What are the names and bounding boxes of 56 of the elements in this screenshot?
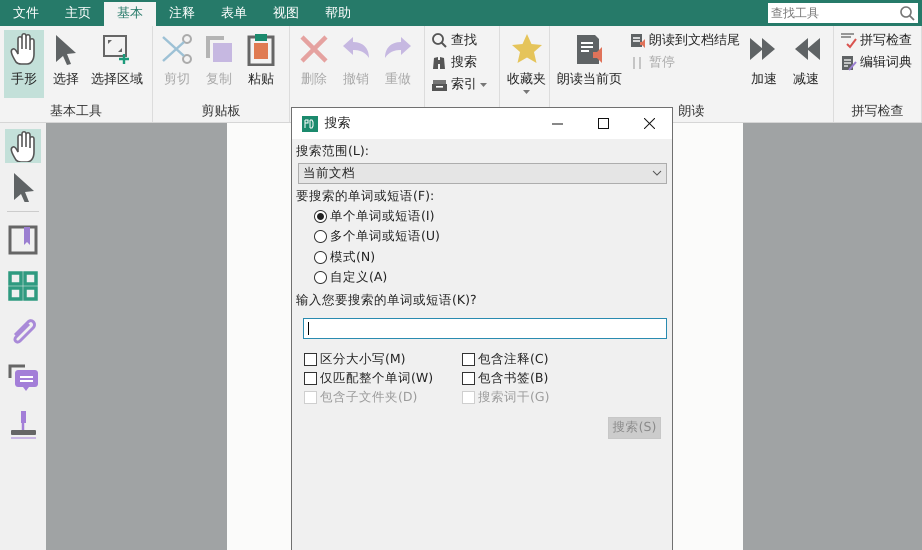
ribbon-button[interactable]: 选择区域 <box>88 30 146 98</box>
bookmark-icon <box>7 224 39 256</box>
group-label: 拼写检查 <box>850 103 904 121</box>
ribbon-button[interactable]: 手形 <box>4 30 44 98</box>
search-button[interactable] <box>896 3 918 23</box>
ribbon-button[interactable]: 索引 <box>429 74 489 95</box>
scope-dropdown[interactable]: 当前文档 <box>298 162 667 184</box>
app-logo-icon <box>302 116 318 132</box>
menu-tab[interactable]: 主页 <box>52 2 104 26</box>
menu-tab[interactable]: 文件 <box>0 2 52 26</box>
page-speaker-icon <box>629 32 646 49</box>
menu-tab[interactable]: 基本 <box>104 2 156 26</box>
menu-tab[interactable]: 视图 <box>260 2 312 26</box>
ribbon-button[interactable]: 拼写检查 <box>838 30 914 51</box>
radio-option[interactable]: 自定义(A) <box>296 267 667 288</box>
ribbon-button[interactable]: 查找 <box>429 30 489 51</box>
ribbon-button[interactable]: 选择 <box>46 30 86 98</box>
group-label: 朗读 <box>678 103 706 121</box>
chevron-down-icon <box>652 170 662 176</box>
close-icon <box>644 118 654 129</box>
field-label: 搜索范围(L): <box>296 142 370 160</box>
search-input-field[interactable] <box>303 318 667 339</box>
search-icon <box>431 32 448 49</box>
maximize-icon <box>598 118 608 129</box>
dialog-title: 搜索 <box>324 114 350 133</box>
sidebar-tool[interactable] <box>5 129 41 163</box>
ribbon-button[interactable]: 加速 <box>744 30 784 98</box>
radio-option[interactable]: 多个单词或短语(U) <box>296 226 667 247</box>
scissors-icon <box>160 32 194 66</box>
group-label: 剪贴板 <box>200 103 242 121</box>
checkbox-option[interactable]: 仅匹配整个单词(W) <box>304 370 462 387</box>
field-label: 要搜索的单词或短语(F): <box>296 187 436 205</box>
menu-tab[interactable]: 注释 <box>156 2 208 26</box>
group-label: 基本工具 <box>49 103 103 121</box>
ribbon-button[interactable]: 编辑词典 <box>838 52 914 73</box>
ribbon-button[interactable]: 朗读到文档结尾 <box>627 30 742 51</box>
checkbox-option[interactable]: 区分大小写(M) <box>304 350 462 368</box>
checkbox-option[interactable]: 包含书签(B) <box>462 370 622 387</box>
field-label: 输入您要搜索的单词或短语(K)? <box>296 291 478 309</box>
tool-search-field[interactable]: 查找工具 <box>768 3 896 23</box>
edit-document-icon <box>840 54 857 71</box>
ribbon-button[interactable]: 减速 <box>786 30 826 98</box>
menu-tab[interactable]: 表单 <box>208 2 260 26</box>
checkbox-option[interactable]: 包含注释(C) <box>462 350 622 368</box>
thumbnails-icon <box>7 270 39 302</box>
binoculars-icon <box>431 54 448 71</box>
menu-tab[interactable]: 帮助 <box>312 2 364 26</box>
ribbon-button[interactable]: 收藏夹 <box>504 30 549 98</box>
ribbon-button[interactable]: 粘贴 <box>241 30 281 98</box>
search-icon <box>899 5 915 21</box>
star-icon <box>510 32 544 66</box>
radio-option[interactable]: 单个单词或短语(I) <box>296 206 667 226</box>
ribbon-button[interactable]: 搜索 <box>429 52 489 73</box>
ribbon-button[interactable]: 朗读当前页 <box>554 30 625 98</box>
spell-check-icon <box>840 32 857 49</box>
radio-option[interactable]: 模式(N) <box>296 246 667 268</box>
